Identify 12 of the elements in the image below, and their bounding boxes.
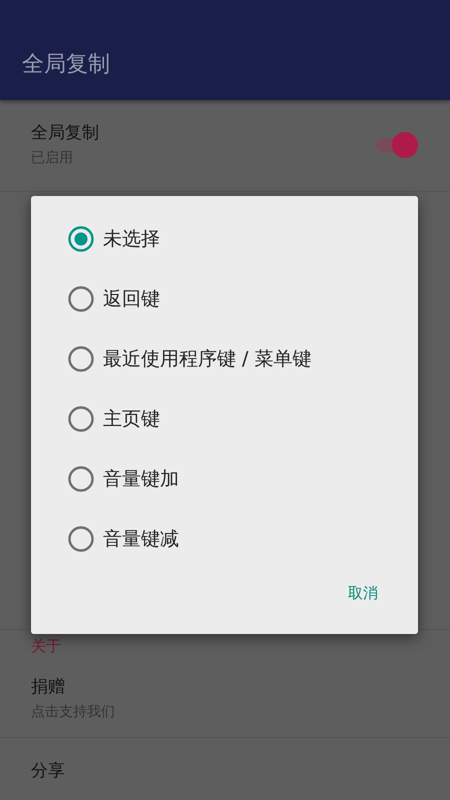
app-bar-title: 全局复制 bbox=[22, 51, 111, 79]
radio-option[interactable]: 音量键加 bbox=[68, 449, 418, 509]
item-title: 捐赠 bbox=[31, 676, 66, 699]
toggle-switch[interactable] bbox=[376, 132, 418, 158]
radio-option[interactable]: 主页键 bbox=[68, 389, 418, 449]
radio-option[interactable]: 返回键 bbox=[68, 269, 418, 329]
section-header: 关于 bbox=[30, 636, 62, 657]
radio-option[interactable]: 未选择 bbox=[68, 209, 418, 269]
setting-title: 全局复制 bbox=[31, 122, 99, 145]
radio-option[interactable]: 音量键减 bbox=[68, 509, 418, 569]
cancel-button[interactable]: 取消 bbox=[346, 578, 380, 608]
radio-option[interactable]: 最近使用程序键 / 菜单键 bbox=[68, 329, 418, 389]
